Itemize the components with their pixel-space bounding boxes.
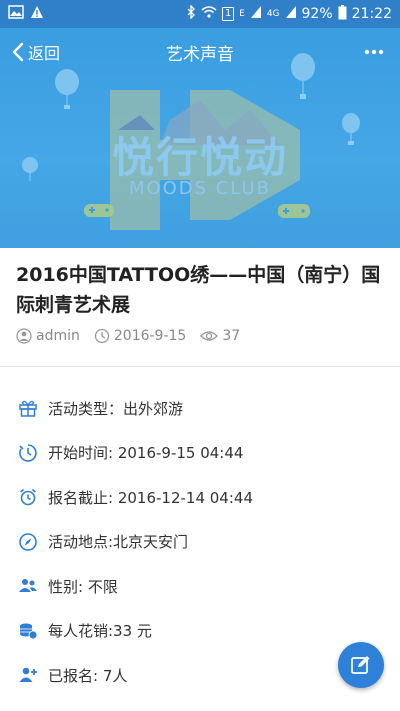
coins-icon	[16, 619, 40, 643]
battery-percent: 92%	[301, 6, 333, 22]
back-button[interactable]: 返回	[12, 40, 60, 64]
carrier-indicator: E	[239, 8, 245, 19]
warning-icon	[30, 5, 44, 23]
compass-icon	[16, 530, 40, 554]
battery-icon	[338, 4, 347, 24]
timer-icon	[94, 328, 110, 344]
info-row-deadline: 报名截止: 2016-12-14 04:44	[0, 475, 400, 520]
gamepad-icon	[84, 204, 114, 217]
more-dots-icon	[364, 49, 384, 55]
date-meta: 2016-9-15	[94, 328, 186, 344]
network-4g-label: 4G	[266, 8, 280, 19]
top-navigation: 返回 艺术声音	[0, 28, 400, 76]
people-icon	[16, 574, 40, 598]
banner-club-text: MOODS CLUB	[128, 178, 272, 199]
info-row-activity-type: 活动类型：出外郊游	[0, 386, 400, 431]
timer-icon	[16, 441, 40, 465]
signal-2-icon	[285, 5, 297, 23]
add-user-icon	[16, 663, 40, 687]
divider	[0, 366, 400, 367]
article-title: 2016中国TATTOO绣——中国（南宁）国际刺青艺术展	[16, 264, 381, 316]
info-text: 已报名: 7人	[48, 666, 128, 685]
status-bar: 1 E 4G 92% 21:22	[0, 0, 400, 28]
view-count: 37	[222, 328, 241, 344]
info-row-gender: 性别: 不限	[0, 564, 400, 609]
sim-icon: 1	[222, 7, 235, 21]
edit-floating-button[interactable]	[338, 642, 384, 688]
info-row-cost: 每人花销:33 元	[0, 609, 400, 654]
user-icon	[16, 328, 32, 344]
clock-time: 21:22	[351, 6, 392, 22]
views-meta: 37	[200, 328, 240, 344]
bluetooth-icon	[186, 4, 196, 23]
info-text: 开始时间: 2016-9-15 04:44	[48, 444, 244, 463]
event-info-list: 活动类型：出外郊游 开始时间: 2016-9-15 04:44 报名截止: 20…	[0, 386, 400, 698]
publish-date: 2016-9-15	[113, 328, 187, 344]
more-options-button[interactable]	[362, 38, 386, 66]
info-text: 每人花销:33 元	[48, 622, 152, 641]
eye-icon	[200, 331, 219, 341]
gamepad-icon	[278, 204, 310, 218]
gift-icon	[16, 396, 40, 420]
wifi-icon	[201, 5, 217, 23]
info-text: 活动类型：出外郊游	[48, 399, 184, 418]
alarm-clock-icon	[16, 485, 40, 509]
author-meta: admin	[16, 328, 80, 344]
author-name: admin	[36, 328, 80, 344]
article-meta: admin 2016-9-15 37	[16, 328, 254, 344]
chevron-left-icon	[12, 42, 24, 62]
signal-icon	[250, 5, 262, 23]
back-label: 返回	[28, 44, 61, 63]
info-row-start-time: 开始时间: 2016-9-15 04:44	[0, 431, 400, 476]
info-text: 活动地点:北京天安门	[48, 533, 189, 552]
hero-banner: 返回 艺术声音 悦行悦动 MOODS CLUB	[0, 28, 400, 248]
info-row-location: 活动地点:北京天安门	[0, 520, 400, 565]
edit-icon	[351, 656, 370, 674]
info-text: 性别: 不限	[48, 577, 118, 596]
notification-image-icon	[8, 5, 24, 23]
info-text: 报名截止: 2016-12-14 04:44	[48, 488, 253, 507]
banner-brand-text: 悦行悦动	[111, 133, 288, 182]
